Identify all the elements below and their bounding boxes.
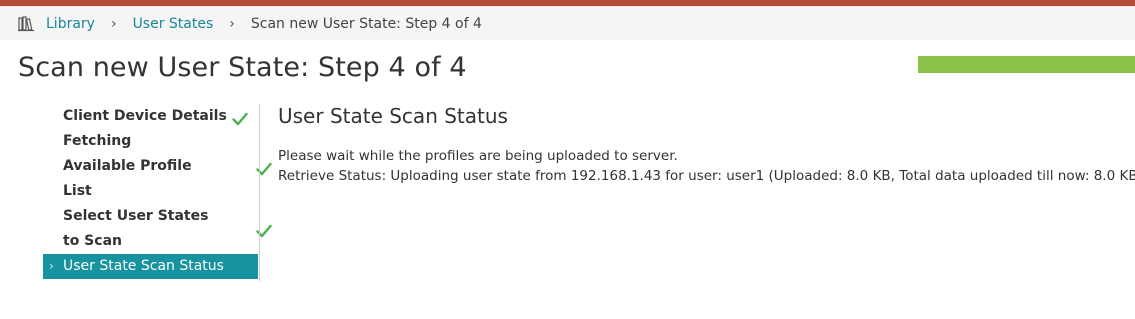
breadcrumb: Library › User States › Scan new User St… (0, 7, 1135, 40)
wizard-step-label: Fetching Available Profile List (63, 133, 192, 199)
status-line-retrieve: Retrieve Status: Uploading user state fr… (278, 168, 1135, 184)
chevron-right-icon: › (49, 259, 54, 273)
check-icon (232, 110, 248, 125)
wizard-step-user-state-scan-status[interactable]: › User State Scan Status (43, 254, 258, 279)
chevron-right-icon: › (229, 15, 235, 32)
vertical-divider (259, 104, 260, 281)
status-message: Please wait while the profiles are being… (278, 146, 1135, 186)
wizard-steps: Client Device Details Fetching Available… (43, 104, 272, 279)
wizard-step-fetching-profile-list[interactable]: Fetching Available Profile List (43, 129, 272, 204)
status-line-wait: Please wait while the profiles are being… (278, 148, 678, 164)
wizard-step-label: Select User States to Scan (63, 208, 209, 249)
panel-title: User State Scan Status (278, 104, 508, 128)
wizard-step-client-device-details[interactable]: Client Device Details (43, 104, 258, 129)
chevron-right-icon: › (110, 15, 117, 32)
wizard-step-label: User State Scan Status (63, 258, 224, 274)
progress-bar-fill (918, 56, 1135, 73)
wizard-step-select-user-states[interactable]: Select User States to Scan (43, 204, 272, 254)
breadcrumb-user-states-link[interactable]: User States (133, 16, 214, 32)
library-icon[interactable] (18, 15, 36, 33)
page-title: Scan new User State: Step 4 of 4 (18, 52, 467, 83)
wizard-step-label: Client Device Details (63, 108, 227, 124)
progress-bar (918, 56, 1135, 73)
breadcrumb-library-link[interactable]: Library (46, 16, 95, 32)
breadcrumb-current: Scan new User State: Step 4 of 4 (250, 15, 482, 32)
